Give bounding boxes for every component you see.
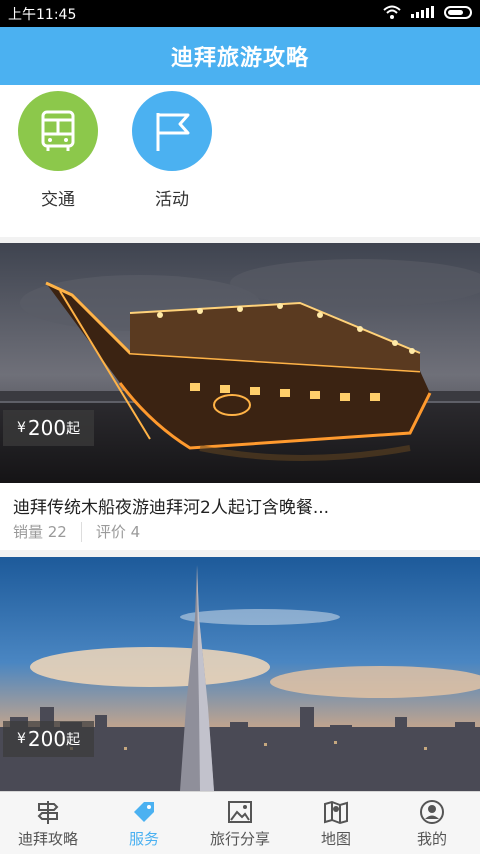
status-time: 上午11:45 (8, 7, 77, 23)
price-suffix: 起 (66, 421, 81, 437)
tab-service[interactable]: 服务 (96, 792, 192, 854)
price-currency: ¥ (17, 420, 26, 436)
meta-divider (80, 521, 82, 542)
product-meta: 销量 22 评价 4 (13, 521, 140, 542)
category-row: 交通 活动 (0, 85, 480, 237)
picture-icon (228, 800, 252, 823)
tag-icon (134, 801, 154, 822)
tab-map[interactable]: 地图 (288, 792, 384, 854)
price-tag: ¥ 200 起 (3, 410, 95, 446)
tab-label: 旅行分享 (209, 829, 270, 848)
tab-label: 我的 (416, 829, 447, 848)
price-value: 200 (27, 416, 67, 440)
review-count: 评价 4 (95, 523, 141, 541)
status-icons (383, 5, 472, 19)
product-image: ¥ 200 起 (0, 557, 480, 791)
signpost-icon (37, 800, 59, 824)
price-suffix: 起 (66, 732, 81, 748)
category-activity[interactable]: 活动 (122, 91, 222, 210)
price-currency: ¥ (17, 731, 26, 747)
price-tag: ¥ 200 起 (3, 721, 95, 757)
map-icon (324, 800, 348, 824)
sales-count: 销量 22 (13, 523, 67, 541)
status-bar: 上午11:45 (0, 0, 480, 27)
product-card[interactable]: ¥ 200 起 (0, 557, 480, 791)
bus-icon (41, 110, 75, 151)
product-card[interactable]: ¥ 200 起 迪拜传统木船夜游迪拜河2人起订含晚餐... 销量 22 评价 4 (0, 243, 480, 550)
category-traffic[interactable]: 交通 (8, 91, 108, 210)
tab-travel-share[interactable]: 旅行分享 (192, 792, 288, 854)
app-header: 迪拜旅游攻略 (0, 27, 480, 85)
category-activity-circle (132, 91, 212, 171)
page-title: 迪拜旅游攻略 (170, 46, 309, 71)
tab-label: 迪拜攻略 (17, 829, 78, 848)
tab-dubai-guide[interactable]: 迪拜攻略 (0, 792, 96, 854)
dhow-boat-image (0, 243, 480, 483)
tab-profile[interactable]: 我的 (384, 792, 480, 854)
flag-icon (156, 113, 190, 151)
product-image: ¥ 200 起 (0, 243, 480, 483)
signal-icon (411, 6, 434, 18)
category-traffic-circle (18, 91, 98, 171)
user-icon (420, 799, 444, 824)
battery-icon (444, 5, 472, 19)
product-title: 迪拜传统木船夜游迪拜河2人起订含晚餐... (13, 498, 330, 518)
tab-label: 地图 (320, 829, 351, 848)
tab-label: 服务 (128, 829, 159, 848)
price-value: 200 (27, 727, 67, 751)
category-activity-label: 活动 (155, 190, 189, 210)
wifi-icon (383, 5, 401, 19)
category-traffic-label: 交通 (41, 190, 75, 210)
bottom-tab-bar: 迪拜攻略 服务 旅行分享 地图 我的 (0, 791, 480, 854)
